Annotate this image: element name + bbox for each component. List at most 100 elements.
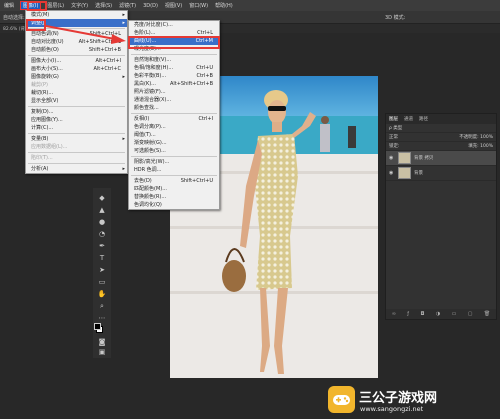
menu-separator (131, 156, 217, 157)
blur-tool-icon[interactable]: ◔ (97, 230, 107, 238)
menu-item-analysis[interactable]: 分析(A) ▸ (26, 165, 127, 173)
menu-item-channel-mixer[interactable]: 通道混合器(X)... (129, 96, 219, 104)
menu-item-image-size[interactable]: 图像大小(I)... Alt+Ctrl+I (26, 57, 127, 65)
menu-item-apply-image[interactable]: 应用图像(Y)... (26, 116, 127, 124)
lock-row: 锁定: 填充: 100% (386, 142, 496, 151)
menu-item-image-rotation[interactable]: 图像旋转(G) ▸ (26, 73, 127, 81)
layer-row-background-copy[interactable]: ◉ 背景 拷贝 (386, 151, 496, 166)
hand-tool-icon[interactable]: ✋ (97, 290, 107, 298)
menu-item-trap[interactable]: 陷印(T)... (26, 154, 127, 162)
eye-icon[interactable]: ◉ (389, 170, 395, 176)
menu-item-canvas-size[interactable]: 画布大小(S)... Alt+Ctrl+C (26, 65, 127, 73)
menu-edit[interactable]: 编辑 (4, 2, 14, 9)
menu-item-color-balance[interactable]: 色彩平衡(B)... Ctrl+B (129, 72, 219, 80)
menu-item-black-white[interactable]: 黑白(K)... Alt+Shift+Ctrl+B (129, 80, 219, 88)
eraser-tool-icon[interactable]: ◆ (97, 194, 107, 202)
site-watermark: 三公子游戏网 www.sangongzi.net (328, 382, 498, 417)
menu-item-replace-color[interactable]: 替换颜色(R)... (129, 193, 219, 201)
menu-item-vibrance[interactable]: 自然饱和度(V)... (129, 56, 219, 64)
layer-name: 背景 拷贝 (414, 156, 434, 161)
menu-item-duplicate[interactable]: 复制(D)... (26, 108, 127, 116)
blend-mode-select[interactable]: 正常 (389, 134, 398, 140)
adjustment-layer-icon[interactable]: ◑ (436, 311, 440, 317)
fill-field[interactable]: 填充: 100% (468, 143, 493, 149)
watermark-title: 三公子游戏网 (359, 391, 438, 406)
opacity-field[interactable]: 不透明度: 100% (459, 134, 493, 140)
3d-mode-label: 3D 模式: (385, 15, 406, 21)
quick-mask-icon[interactable]: ◙ (97, 338, 107, 346)
menu-separator (131, 113, 217, 114)
menu-select[interactable]: 选择(S) (95, 2, 112, 9)
menu-view[interactable]: 视图(V) (165, 2, 182, 9)
menu-item-apply-data-set[interactable]: 应用数据组(L)... (26, 143, 127, 151)
menu-layer[interactable]: 图层(L) (47, 2, 64, 9)
path-select-tool-icon[interactable]: ➤ (97, 266, 107, 274)
menu-item-desaturate[interactable]: 去色(D) Shift+Ctrl+U (129, 177, 219, 185)
menu-item-color-lookup[interactable]: 颜色查找... (129, 104, 219, 112)
menu-item-hdr-toning[interactable]: HDR 色调... (129, 166, 219, 174)
menu-item-match-color[interactable]: 匹配颜色(M)... (129, 185, 219, 193)
layer-kind-filter[interactable]: ρ 类型 (389, 125, 402, 131)
annotation-arrow-icon (45, 25, 126, 44)
menu-separator (28, 163, 125, 164)
annotation-box-image-menu (27, 1, 47, 11)
watermark-url: www.sangongzi.net (360, 405, 424, 413)
menu-item-invert[interactable]: 反相(I) Ctrl+I (129, 115, 219, 123)
menu-item-auto-color[interactable]: 自动颜色(O) Shift+Ctrl+B (26, 46, 127, 54)
tools-panel: ◆ ▲ ● ◔ ✒ T ➤ ▭ ✋ ⌕ ⋯ ◙ ▣ (93, 188, 111, 358)
layer-row-background[interactable]: ◉ 背景 (386, 166, 496, 181)
new-layer-icon[interactable]: ▢ (468, 311, 473, 317)
menu-item-posterize[interactable]: 色调分离(P)... (129, 123, 219, 131)
menu-separator (131, 54, 217, 55)
layers-panel: 图层 通道 路径 ρ 类型 正常 不透明度: 100% 锁定: 填充: 100%… (385, 113, 497, 320)
menu-item-threshold[interactable]: 阈值(T)... (129, 131, 219, 139)
blend-row: 正常 不透明度: 100% (386, 133, 496, 142)
layer-filter-row: ρ 类型 (386, 124, 496, 133)
trash-icon[interactable]: 🗑 (484, 311, 490, 317)
menu-help[interactable]: 帮助(H) (215, 2, 233, 9)
menu-window[interactable]: 窗口(W) (189, 2, 208, 9)
menu-3d[interactable]: 3D(D) (143, 3, 158, 9)
layer-thumbnail (398, 152, 411, 164)
add-mask-icon[interactable]: ◘ (420, 311, 424, 317)
tab-layers[interactable]: 图层 (389, 116, 398, 122)
auto-select-label[interactable]: 自动选择: (3, 14, 25, 21)
layer-thumbnail (398, 167, 411, 179)
group-icon[interactable]: ▭ (452, 311, 457, 317)
menu-item-variables[interactable]: 变量(B) ▸ (26, 135, 127, 143)
rectangle-tool-icon[interactable]: ▭ (97, 278, 107, 286)
foreground-color-swatch[interactable] (94, 323, 101, 330)
menu-item-brightness-contrast[interactable]: 亮度/对比度(C)... (129, 21, 219, 29)
menu-item-reveal-all[interactable]: 显示全部(V) (26, 97, 127, 105)
menu-item-selective-color[interactable]: 可选颜色(S)... (129, 147, 219, 155)
menu-separator (28, 55, 125, 56)
annotation-box-curves (128, 36, 220, 49)
link-layers-icon[interactable]: ∞ (392, 311, 396, 317)
tab-channels[interactable]: 通道 (404, 116, 413, 122)
menu-item-crop[interactable]: 裁剪(P) (26, 81, 127, 89)
menu-separator (131, 175, 217, 176)
fx-icon[interactable]: ƒ (407, 311, 409, 317)
menu-item-shadows-highlights[interactable]: 阴影/高光(W)... (129, 158, 219, 166)
type-tool-icon[interactable]: T (97, 254, 107, 262)
menu-item-hue-saturation[interactable]: 色相/饱和度(H)... Ctrl+U (129, 64, 219, 72)
menu-item-calculations[interactable]: 计算(C)... (26, 124, 127, 132)
gamepad-logo-icon (328, 386, 355, 413)
menu-filter[interactable]: 滤镜(T) (119, 2, 136, 9)
menu-item-gradient-map[interactable]: 渐变映射(G)... (129, 139, 219, 147)
eye-icon[interactable]: ◉ (389, 155, 395, 161)
menu-item-photo-filter[interactable]: 照片滤镜(F)... (129, 88, 219, 96)
menu-item-equalize[interactable]: 色调均化(Q) (129, 201, 219, 209)
tab-paths[interactable]: 路径 (419, 116, 428, 122)
menu-separator (28, 152, 125, 153)
pen-tool-icon[interactable]: ✒ (97, 242, 107, 250)
screen-mode-icon[interactable]: ▣ (97, 348, 107, 356)
dodge-tool-icon[interactable]: ● (97, 218, 107, 226)
more-tools-icon[interactable]: ⋯ (97, 314, 107, 322)
brush-tool-icon[interactable]: ▲ (97, 206, 107, 214)
menu-type[interactable]: 文字(Y) (71, 2, 88, 9)
zoom-tool-icon[interactable]: ⌕ (97, 302, 107, 310)
panel-tabs: 图层 通道 路径 (386, 114, 496, 124)
menu-item-trim[interactable]: 裁切(R)... (26, 89, 127, 97)
menu-separator (28, 133, 125, 134)
